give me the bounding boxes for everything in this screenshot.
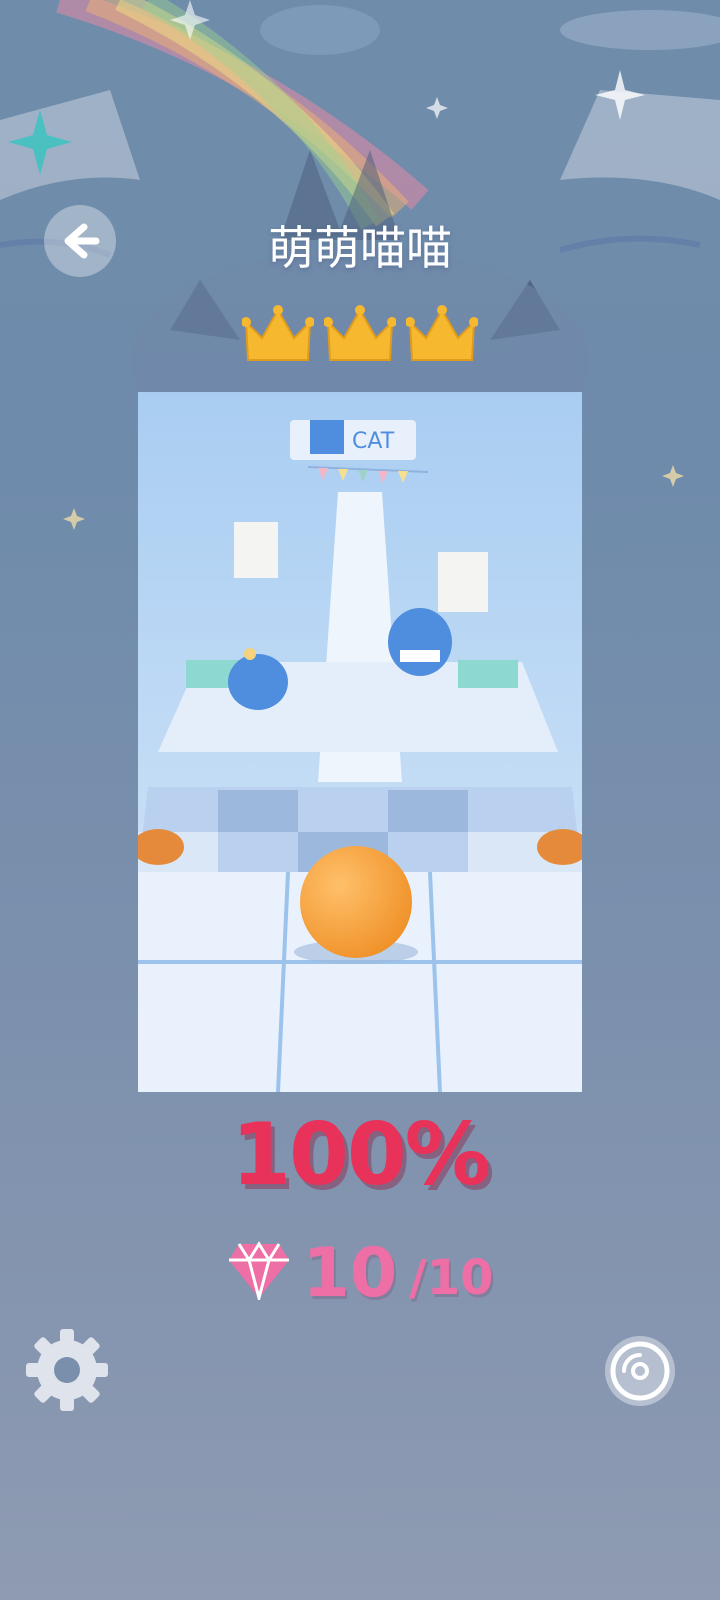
level-preview[interactable]: CAT: [138, 392, 582, 1092]
gear-icon: [26, 1329, 108, 1411]
diamond-icon: [228, 1241, 289, 1300]
preview-sign-text: CAT: [352, 429, 395, 454]
gems-collected: 10: [302, 1234, 398, 1313]
gem-counter: 10 /10: [0, 1230, 720, 1310]
ball: [300, 846, 412, 958]
crown-icon: [324, 305, 396, 361]
settings-button[interactable]: [24, 1327, 110, 1413]
level-title: 萌萌喵喵: [268, 221, 452, 275]
crown-icon: [406, 305, 478, 361]
gems-total: /10: [409, 1250, 494, 1306]
crown-icon: [242, 305, 314, 361]
completion-percent: 100%: [231, 1105, 491, 1205]
vinyl-disc-icon: [610, 1341, 670, 1401]
level-preview-scene: CAT: [138, 392, 582, 1092]
crown-rating: [242, 302, 478, 372]
music-button[interactable]: [605, 1336, 675, 1406]
